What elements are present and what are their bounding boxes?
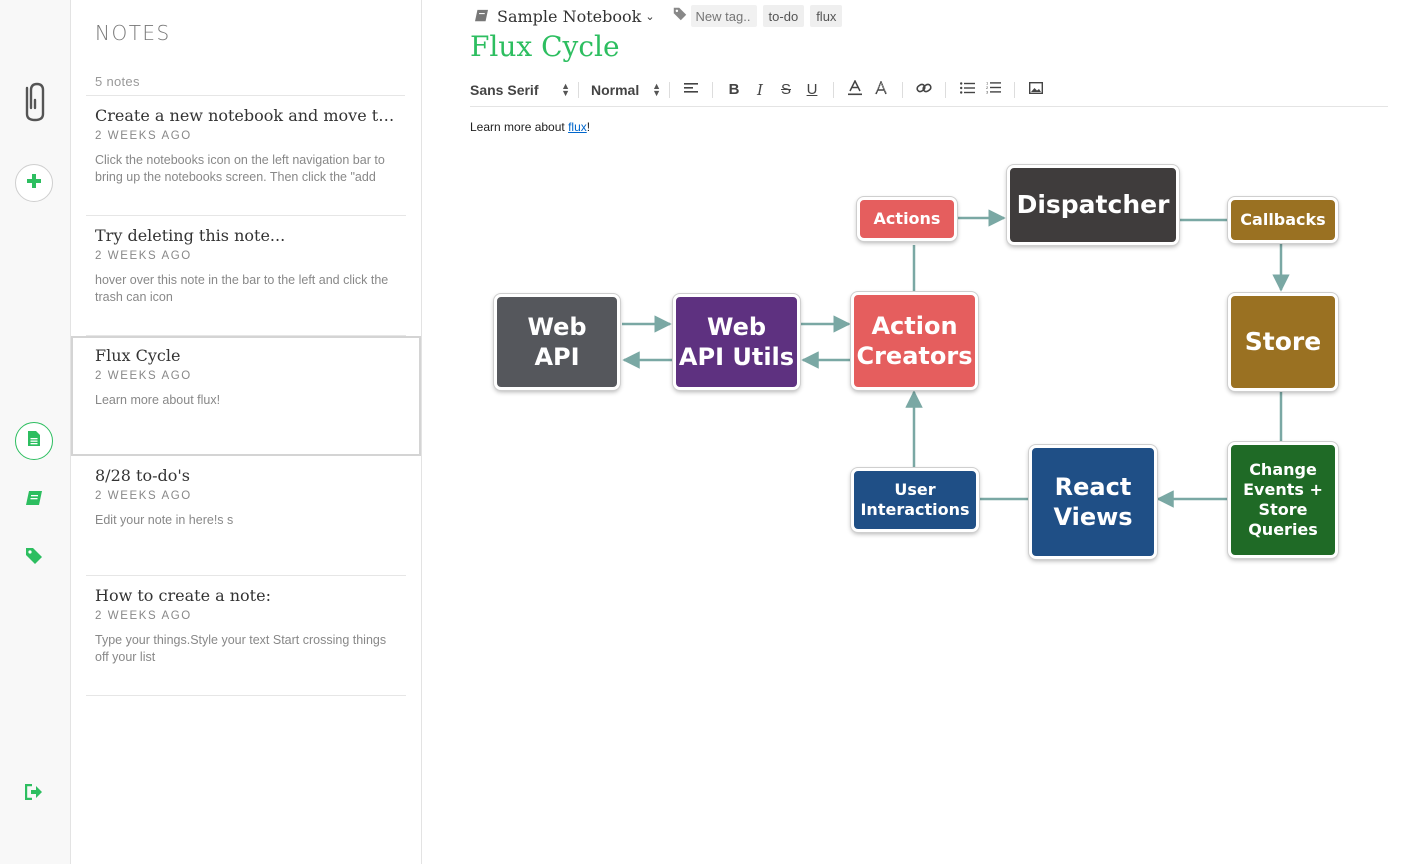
node-change-events: Change Events + Store Queries [1228, 442, 1338, 558]
toolbar-separator [712, 81, 713, 98]
underline-button[interactable]: U [799, 78, 825, 102]
note-item-date: 2 WEEKS AGO [95, 370, 192, 382]
font-family-value: Sans Serif [470, 81, 539, 98]
tag-chip-to-do[interactable]: to-do [762, 5, 805, 27]
node-dispatcher: Dispatcher [1007, 165, 1179, 245]
note-item-title: Try deleting this note... [95, 226, 286, 245]
image-icon [1028, 81, 1044, 98]
italic-button[interactable]: I [747, 78, 773, 102]
book-icon [474, 7, 489, 26]
ordered-list-button[interactable]: 123 [980, 78, 1006, 102]
strikethrough-button[interactable]: S [773, 78, 799, 102]
insert-image-button[interactable] [1023, 78, 1049, 102]
text-color-button[interactable] [842, 78, 868, 102]
tags-nav-button[interactable] [22, 546, 46, 570]
note-item-date: 2 WEEKS AGO [95, 130, 192, 142]
notebook-select[interactable]: Sample Notebook ⌄ [474, 7, 655, 26]
note-editor: Sample Notebook ⌄ to-do flux Flux Cycle … [422, 0, 1420, 864]
ordered-list-icon: 123 [986, 81, 1001, 98]
plus-icon [26, 173, 42, 194]
toolbar-separator [833, 81, 834, 98]
highlight-color-button[interactable] [868, 78, 894, 102]
note-body[interactable]: Learn more about flux! [470, 120, 590, 134]
text-color-icon [848, 78, 862, 100]
note-item-snippet: Edit your note in here!s s [95, 513, 234, 527]
note-item-title: How to create a note: [95, 586, 271, 605]
note-item-snippet: Click the notebooks icon on the left nav… [95, 153, 385, 184]
note-list-item[interactable]: Create a new notebook and move this note… [86, 96, 406, 216]
note-item-snippet: Type your things.Style your text Start c… [95, 633, 387, 664]
flux-cycle-diagram: Web API Web API Utils Action Creators Ac… [490, 160, 1350, 570]
toolbar-separator [578, 81, 579, 98]
note-item-date: 2 WEEKS AGO [95, 250, 192, 262]
font-size-select[interactable]: Normal ▲ ▼ [591, 80, 661, 98]
align-left-icon [684, 81, 698, 98]
note-list-item[interactable]: Try deleting this note... 2 WEEKS AGO ho… [86, 216, 406, 336]
select-arrows-icon: ▲ ▼ [561, 80, 570, 98]
node-web-api: Web API [494, 294, 620, 390]
chevron-down-icon: ⌄ [645, 9, 655, 23]
note-list-item-selected[interactable]: Flux Cycle 2 WEEKS AGO Learn more about … [71, 336, 421, 456]
notebook-name: Sample Notebook [497, 6, 642, 26]
note-item-snippet: Learn more about flux! [95, 393, 221, 407]
bold-button[interactable]: B [721, 78, 747, 102]
font-family-select[interactable]: Sans Serif ▲ ▼ [470, 80, 570, 98]
font-size-value: Normal [591, 81, 640, 98]
tag-icon [25, 547, 43, 570]
toolbar-separator [945, 81, 946, 98]
link-icon [916, 81, 932, 99]
bullet-list-icon [959, 81, 975, 98]
note-item-title: 8/28 to-do's [95, 466, 190, 485]
toolbar-separator [902, 81, 903, 98]
sign-out-icon [24, 783, 43, 805]
node-action-creators: Action Creators [851, 292, 978, 390]
tag-chip-flux[interactable]: flux [810, 5, 843, 27]
notes-nav-button[interactable] [15, 422, 53, 460]
node-user-interactions: User Interactions [851, 468, 979, 532]
note-list-item[interactable]: How to create a note: 2 WEEKS AGO Type y… [86, 576, 406, 696]
note-item-date: 2 WEEKS AGO [95, 490, 192, 502]
note-list-item[interactable]: 8/28 to-do's 2 WEEKS AGO Edit your note … [86, 456, 406, 576]
svg-text:3: 3 [986, 90, 989, 94]
new-note-button[interactable] [15, 164, 53, 202]
editor-header: Sample Notebook ⌄ to-do flux [474, 5, 843, 27]
note-item-snippet: hover over this note in the bar to the l… [95, 273, 389, 304]
document-icon [27, 430, 41, 452]
tag-icon [673, 7, 687, 26]
node-react-views: React Views [1029, 445, 1157, 559]
note-list: Create a new notebook and move this note… [71, 96, 422, 696]
book-icon [25, 490, 43, 511]
select-arrows-icon: ▲ ▼ [652, 80, 661, 98]
highlight-icon [874, 79, 888, 99]
toolbar-separator [669, 81, 670, 98]
notes-panel-title: NOTES [95, 21, 171, 45]
notebooks-nav-button[interactable] [22, 488, 46, 512]
notes-panel: NOTES 5 notes Create a new notebook and … [71, 0, 422, 864]
left-nav-rail [0, 0, 71, 864]
formatting-toolbar: Sans Serif ▲ ▼ Normal ▲ ▼ B I S U 1 2 3 [470, 73, 1388, 107]
body-text: Learn more about [470, 120, 569, 134]
notes-count: 5 notes [95, 74, 140, 89]
align-button[interactable] [678, 78, 704, 102]
node-actions: Actions [857, 197, 957, 241]
note-item-title: Flux Cycle [95, 346, 181, 365]
toolbar-separator [1014, 81, 1015, 98]
node-store: Store [1228, 293, 1338, 391]
note-item-date: 2 WEEKS AGO [95, 610, 192, 622]
bullet-list-button[interactable] [954, 78, 980, 102]
note-item-title: Create a new notebook and move this note… [95, 106, 406, 125]
flux-link[interactable]: flux [568, 120, 587, 134]
logout-button[interactable] [22, 782, 46, 806]
node-web-api-utils: Web API Utils [673, 294, 800, 390]
link-button[interactable] [911, 78, 937, 102]
note-title-field[interactable]: Flux Cycle [470, 30, 620, 63]
body-text: ! [586, 120, 591, 134]
new-tag-input[interactable] [690, 5, 757, 27]
paperclip-logo-icon[interactable] [21, 80, 49, 122]
node-callbacks: Callbacks [1228, 197, 1338, 243]
